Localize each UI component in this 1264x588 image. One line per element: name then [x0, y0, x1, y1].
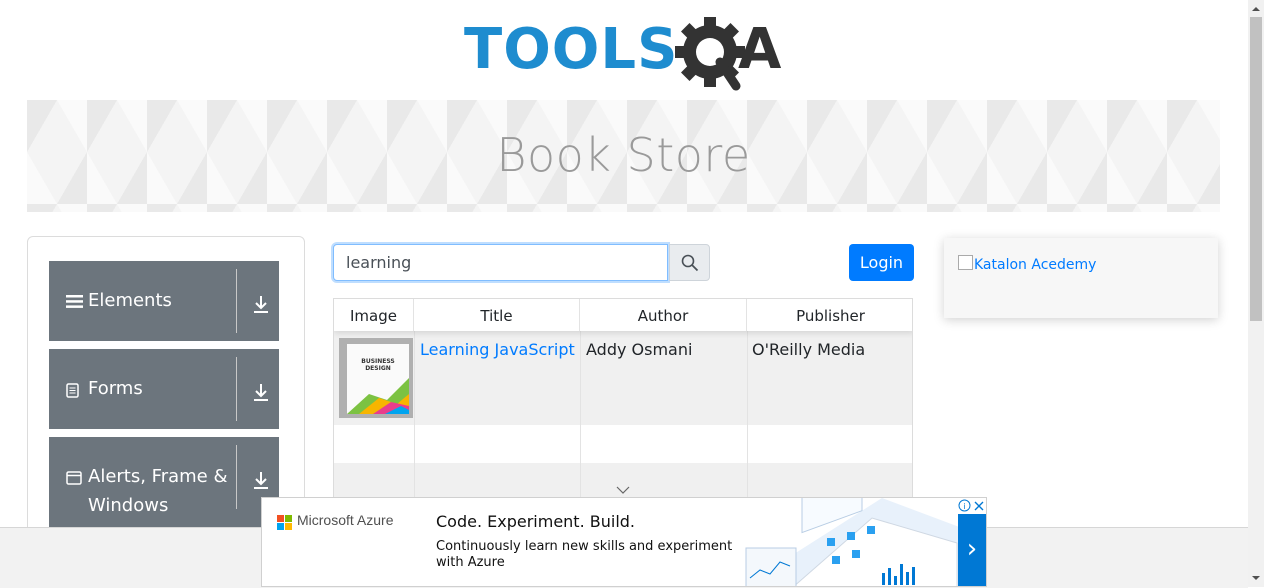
scroll-up-arrow-icon[interactable] — [1248, 2, 1264, 16]
group-divider — [236, 357, 237, 421]
ad-headline: Code. Experiment. Build. — [436, 512, 635, 531]
logo-text-tools: TOOLS — [464, 17, 678, 82]
scroll-down-arrow-icon[interactable] — [1248, 571, 1264, 585]
broken-image-icon — [958, 255, 973, 270]
window-icon — [66, 471, 82, 485]
download-icon[interactable] — [252, 294, 270, 314]
katalon-ad[interactable]: Katalon Acedemy — [944, 238, 1218, 318]
microsoft-logo-icon — [277, 515, 292, 530]
book-cover-art: BUSINESS DESIGN — [339, 338, 413, 418]
info-icon[interactable]: i — [958, 499, 971, 512]
search-button[interactable] — [669, 244, 710, 281]
books-table: BUSINESS DESIGN Image Title Author Publi… — [333, 298, 913, 528]
book-cover-text: BUSINESS — [361, 358, 395, 365]
gear-magnifier-icon — [675, 17, 745, 91]
download-icon[interactable] — [252, 470, 270, 490]
column-header-title[interactable]: Title — [414, 299, 580, 331]
svg-text:i: i — [963, 502, 965, 511]
sidebar-group-label-line1: Alerts, Frame & — [88, 466, 228, 487]
ad-choices[interactable]: i — [958, 498, 986, 514]
ad-body-text: Continuously learn new skills and experi… — [436, 539, 733, 570]
book-cover-image[interactable]: BUSINESS DESIGN — [339, 338, 413, 418]
book-cover-text-2: DESIGN — [365, 365, 391, 372]
group-divider — [236, 269, 237, 333]
column-header-author[interactable]: Author — [580, 299, 747, 331]
logo-text-a: A — [738, 17, 782, 82]
download-icon[interactable] — [252, 382, 270, 402]
column-header-publisher[interactable]: Publisher — [747, 299, 912, 331]
login-button[interactable]: Login — [849, 244, 914, 281]
sidebar-group-elements[interactable]: Elements — [49, 261, 279, 341]
hamburger-icon — [66, 295, 83, 308]
page-title: Book Store — [496, 128, 751, 182]
azure-ad-banner[interactable]: Microsoft Azure Code. Experiment. Build.… — [261, 497, 987, 587]
column-header-image[interactable]: Image — [334, 299, 414, 331]
sidebar-group-label: Forms — [88, 378, 143, 399]
book-publisher: O'Reilly Media — [752, 340, 866, 359]
close-icon[interactable] — [973, 500, 985, 512]
scroll-thumb[interactable] — [1250, 17, 1262, 321]
table-row — [334, 425, 912, 463]
ad-dashboard-image — [745, 498, 962, 586]
book-author: Addy Osmani — [586, 340, 693, 359]
katalon-ad-image[interactable]: Katalon Acedemy — [958, 255, 1096, 273]
ad-next-button[interactable]: › — [958, 514, 986, 586]
sidebar-group-label: Elements — [88, 290, 172, 311]
chevron-down-icon[interactable] — [616, 486, 630, 494]
ad-brand: Microsoft Azure — [297, 512, 394, 528]
search-icon — [681, 254, 699, 272]
sidebar-group-forms[interactable]: Forms — [49, 349, 279, 429]
page-scrollbar[interactable] — [1248, 0, 1264, 587]
group-divider — [236, 445, 237, 509]
sidebar-group-label-line2: Windows — [88, 495, 169, 516]
page-banner: Book Store — [27, 100, 1220, 212]
search-input[interactable] — [333, 244, 668, 281]
sidebar-group-alerts[interactable]: Alerts, Frame & Windows — [49, 437, 279, 527]
book-title-link[interactable]: Learning JavaScript Design Patterns — [420, 340, 579, 360]
katalon-ad-alt: Katalon Acedemy — [974, 257, 1097, 273]
table-header: Image Title Author Publisher — [334, 299, 912, 331]
toolsqa-logo[interactable]: TOOLS A — [462, 14, 792, 92]
left-sidebar: Elements Forms Alerts, Frame & Windows — [27, 236, 305, 538]
document-icon — [66, 383, 79, 398]
